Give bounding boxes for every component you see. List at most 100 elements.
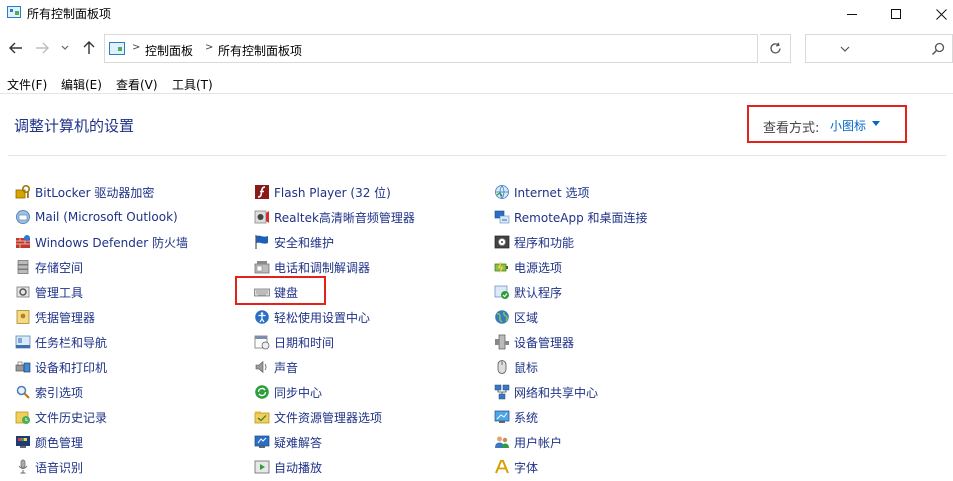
chevron-down-icon [61,45,69,50]
mail-icon [15,209,31,225]
refresh-icon [769,42,781,54]
control-panel-item[interactable]: 存储空间 [15,257,83,277]
control-panel-item[interactable]: 区域 [494,307,538,327]
phone-icon [254,259,270,275]
control-panel-item[interactable]: 声音 [254,357,298,377]
close-button[interactable] [918,0,953,28]
control-panel-item[interactable]: 语音识别 [15,457,83,477]
users-icon [494,434,510,450]
folder-options-icon [254,409,270,425]
control-panel-item[interactable]: 凭据管理器 [15,307,95,327]
menu-file[interactable]: 文件(F) [7,76,47,93]
close-icon [935,8,947,20]
control-panel-item-label: 设备和打印机 [35,360,108,375]
control-panel-item[interactable]: 键盘 [254,282,298,302]
breadcrumb-all-items[interactable]: 所有控制面板项 [218,42,302,59]
control-panel-item[interactable]: 鼠标 [494,357,538,377]
control-panel-item[interactable]: 网络和共享中心 [494,382,598,402]
control-panel-item[interactable]: Windows Defender 防火墙 [15,232,188,252]
bitlocker-icon [15,184,31,200]
title-bar: 所有控制面板项 [0,0,953,28]
maximize-icon [891,9,901,19]
control-panel-item[interactable]: Flash Player (32 位) [254,182,391,202]
control-panel-item-label: 索引选项 [35,385,84,400]
credential-icon [15,309,31,325]
programs-icon [494,234,510,250]
control-panel-item[interactable]: Mail (Microsoft Outlook) [15,207,178,227]
control-panel-item[interactable]: 索引选项 [15,382,83,402]
maximize-button[interactable] [873,0,919,28]
control-panel-item[interactable]: 电话和调制解调器 [254,257,370,277]
menu-edit[interactable]: 编辑(E) [61,76,102,93]
control-panel-item[interactable]: 疑难解答 [254,432,322,452]
datetime-icon [254,334,270,350]
menu-view[interactable]: 查看(V) [116,76,158,93]
arrow-up-icon [83,41,95,54]
control-panel-item[interactable]: 日期和时间 [254,332,334,352]
control-panel-item-label: 区域 [514,310,539,325]
control-panel-item-label: 轻松使用设置中心 [274,310,371,325]
control-panel-item[interactable]: 默认程序 [494,282,562,302]
control-panel-item-label: 用户帐户 [514,435,563,450]
control-panel-item-label: 管理工具 [35,285,84,300]
autoplay-icon [254,459,270,475]
ease-of-access-icon [254,309,270,325]
control-panel-item-label: 同步中心 [274,385,323,400]
search-input[interactable] [806,35,926,62]
back-button[interactable] [7,39,25,57]
control-panel-item[interactable]: 设备管理器 [494,332,574,352]
view-by-label: 查看方式: [763,121,820,136]
control-panel-item-label: 鼠标 [514,360,539,375]
window-title: 所有控制面板项 [27,7,112,21]
realtek-icon [254,209,270,225]
refresh-button[interactable] [760,34,791,63]
view-by-dropdown[interactable]: 小图标 [830,117,866,134]
navigation-bar: > 控制面板 > 所有控制面板项 [0,34,953,64]
control-panel-item-label: 程序和功能 [514,235,575,250]
control-panel-item[interactable]: 系统 [494,407,538,427]
control-panel-item[interactable]: 同步中心 [254,382,322,402]
control-panel-item-label: 默认程序 [514,285,563,300]
control-panel-item[interactable]: Internet 选项 [494,182,589,202]
control-panel-item[interactable]: 自动播放 [254,457,322,477]
device-manager-icon [494,334,510,350]
divider [8,155,946,156]
search-box[interactable] [805,34,953,63]
menu-tools[interactable]: 工具(T) [172,76,213,93]
control-panel-item[interactable]: 管理工具 [15,282,83,302]
control-panel-icon [7,6,21,18]
control-panel-item[interactable]: 字体 [494,457,538,477]
control-panel-item[interactable]: 任务栏和导航 [15,332,107,352]
search-icon[interactable] [931,42,945,56]
control-panel-item-label: 文件历史记录 [35,410,108,425]
control-panel-item[interactable]: Realtek高清晰音频管理器 [254,207,415,227]
index-icon [15,384,31,400]
control-panel-item-label: 疑难解答 [274,435,323,450]
control-panel-item[interactable]: 轻松使用设置中心 [254,307,370,327]
control-panel-item[interactable]: RemoteApp 和桌面连接 [494,207,648,227]
control-panel-item[interactable]: 用户帐户 [494,432,562,452]
recent-locations-button[interactable] [60,39,70,57]
minimize-icon [847,13,857,15]
control-panel-item[interactable]: 文件资源管理器选项 [254,407,382,427]
control-panel-item[interactable]: 颜色管理 [15,432,83,452]
control-panel-item[interactable]: 文件历史记录 [15,407,107,427]
address-bar[interactable]: > 控制面板 > 所有控制面板项 [104,34,850,63]
control-panel-item[interactable]: BitLocker 驱动器加密 [15,182,154,202]
control-panel-item-label: Realtek高清晰音频管理器 [274,210,415,225]
control-panel-item[interactable]: 程序和功能 [494,232,574,252]
control-panel-item[interactable]: 电源选项 [494,257,562,277]
internet-icon [494,184,510,200]
caret-down-icon[interactable] [872,121,880,126]
control-panel-item-label: 自动播放 [274,460,323,475]
minimize-button[interactable] [829,0,875,28]
control-panel-item[interactable]: 设备和打印机 [15,357,107,377]
power-icon [494,259,510,275]
control-panel-item-label: Mail (Microsoft Outlook) [35,210,178,224]
flash-icon [254,184,270,200]
arrow-right-icon [36,42,49,54]
breadcrumb-control-panel[interactable]: 控制面板 [145,42,193,59]
control-panel-item[interactable]: 安全和维护 [254,232,334,252]
forward-button[interactable] [33,39,51,57]
up-button[interactable] [80,39,98,57]
